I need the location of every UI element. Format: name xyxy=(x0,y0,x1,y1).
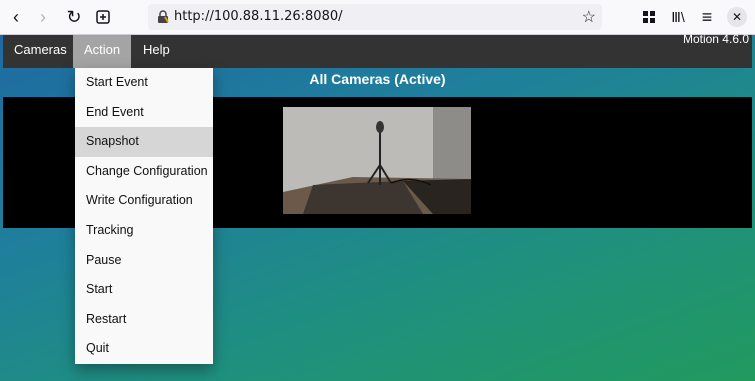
nav-action[interactable]: Action xyxy=(73,35,132,68)
action-dropdown-menu: Start Event End Event Snapshot Change Co… xyxy=(75,68,213,364)
forward-icon[interactable]: › xyxy=(30,4,56,30)
menu-item-start[interactable]: Start xyxy=(75,275,213,305)
version-label: Motion 4.6.0 xyxy=(682,32,749,46)
nav-help[interactable]: Help xyxy=(132,35,181,68)
menu-item-snapshot[interactable]: Snapshot xyxy=(75,127,213,157)
url-bar[interactable]: http://100.88.11.26:8080/ ☆ xyxy=(148,4,602,30)
new-tab-icon[interactable] xyxy=(90,4,116,30)
url-text[interactable]: http://100.88.11.26:8080/ xyxy=(174,9,343,24)
menu-item-end-event[interactable]: End Event xyxy=(75,98,213,128)
back-icon[interactable]: ‹ xyxy=(3,4,29,30)
extensions-icon[interactable] xyxy=(636,4,662,30)
menu-item-pause[interactable]: Pause xyxy=(75,246,213,276)
menu-item-start-event[interactable]: Start Event xyxy=(75,68,213,98)
nav-cameras[interactable]: Cameras xyxy=(3,35,78,68)
library-icon[interactable]: Ⅲ\ xyxy=(665,4,691,30)
camera-feed-image[interactable] xyxy=(283,107,471,214)
menu-icon[interactable]: ≡ xyxy=(694,4,720,30)
menu-item-tracking[interactable]: Tracking xyxy=(75,216,213,246)
star-icon[interactable]: ☆ xyxy=(582,7,596,27)
lock-icon xyxy=(158,10,169,23)
menu-item-change-configuration[interactable]: Change Configuration xyxy=(75,157,213,187)
menu-item-write-configuration[interactable]: Write Configuration xyxy=(75,186,213,216)
menu-item-quit[interactable]: Quit xyxy=(75,334,213,364)
menu-item-restart[interactable]: Restart xyxy=(75,305,213,335)
app-nav-bar: Cameras Action Help Motion 4.6.0 xyxy=(3,32,752,68)
reload-icon[interactable]: ↻ xyxy=(61,4,87,30)
browser-toolbar: ‹ › ↻ http://100.88.11.26:8080/ ☆ Ⅲ\ ≡ ✕ xyxy=(0,0,755,35)
page-content: Cameras Action Help Motion 4.6.0 All Cam… xyxy=(0,32,755,381)
close-icon[interactable]: ✕ xyxy=(724,4,750,30)
